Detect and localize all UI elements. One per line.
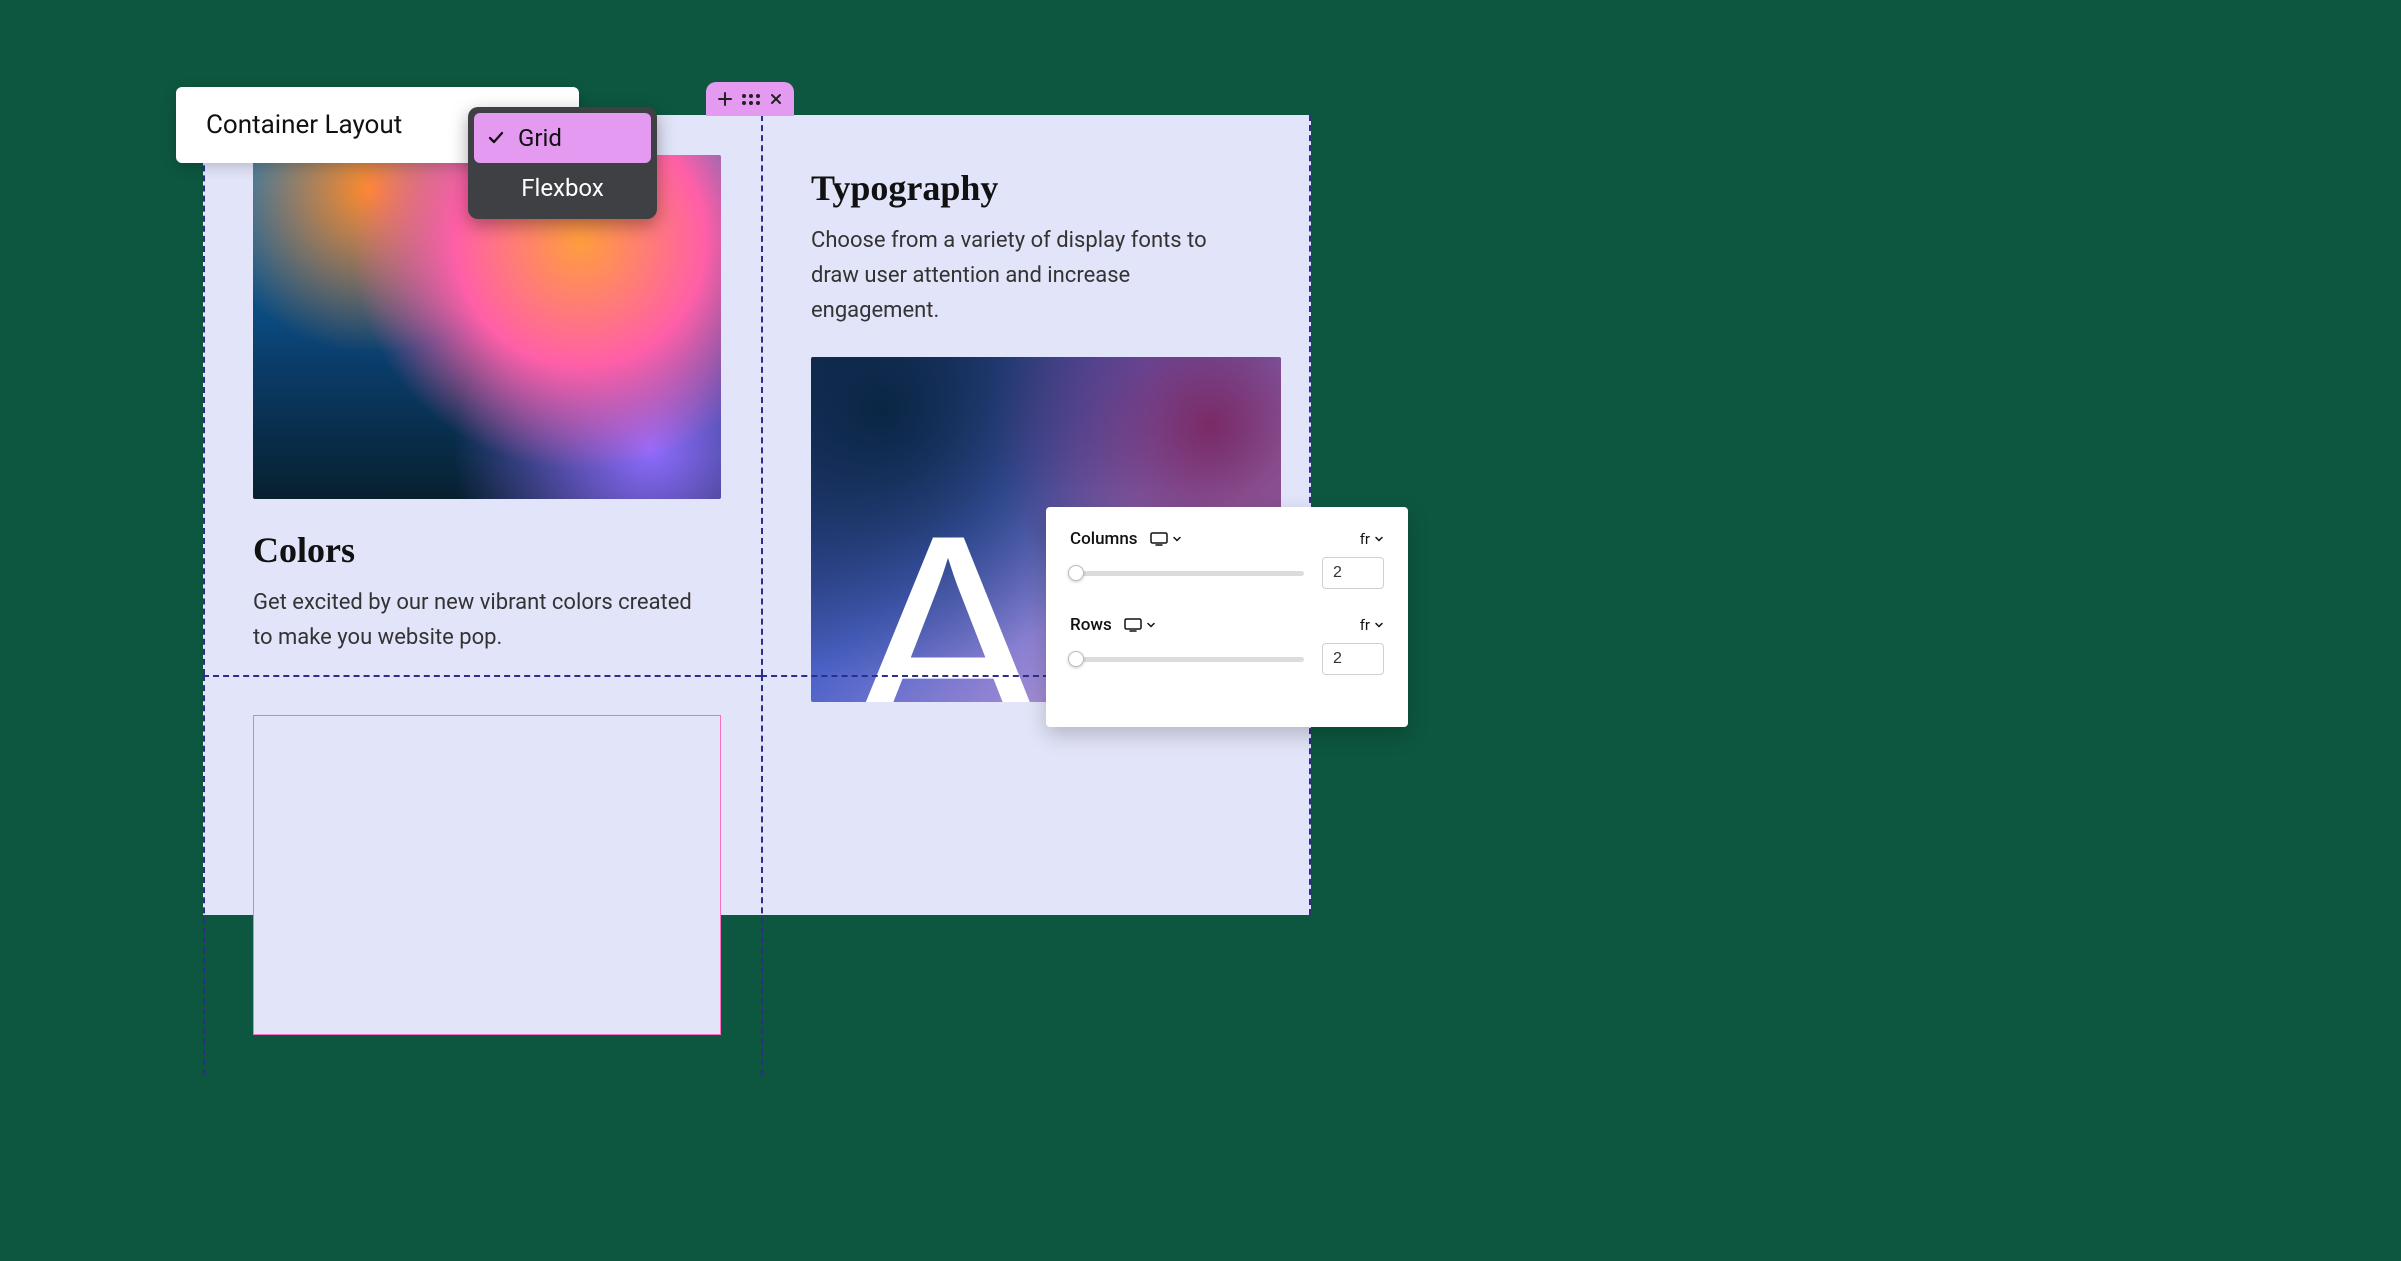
columns-unit-button[interactable]: fr [1360,530,1384,548]
chevron-down-icon [1374,620,1384,630]
rows-device-button[interactable] [1124,618,1156,632]
drop-placeholder[interactable] [253,715,721,1035]
cell-empty[interactable] [761,675,1321,1075]
columns-value-input[interactable] [1322,557,1384,589]
rows-value-input[interactable] [1322,643,1384,675]
columns-unit-label: fr [1360,530,1370,548]
close-icon[interactable] [770,93,782,105]
rows-slider-thumb[interactable] [1068,651,1084,667]
container-layout-title: Container Layout [206,110,402,140]
rows-unit-button[interactable]: fr [1360,616,1384,634]
section-handle[interactable] [706,82,794,116]
desktop-icon [1124,618,1142,632]
chevron-down-icon [1374,534,1384,544]
plus-icon[interactable] [718,92,732,106]
rows-unit-label: fr [1360,616,1370,634]
layout-option-grid-label: Grid [518,124,562,152]
rows-label: Rows [1070,615,1112,635]
columns-row: Columns fr [1070,529,1384,549]
check-icon [484,129,508,147]
grid-dimensions-panel: Columns fr Rows fr [1046,507,1408,727]
rows-slider[interactable] [1070,657,1304,662]
columns-device-button[interactable] [1150,532,1182,546]
rows-slider-row [1070,643,1384,675]
chevron-down-icon [1146,620,1156,630]
columns-slider-thumb[interactable] [1068,565,1084,581]
colors-heading: Colors [253,529,721,571]
cell-placeholder[interactable] [203,675,761,1075]
drag-grip-icon[interactable] [742,94,760,105]
layout-dropdown: Grid Flexbox [468,107,657,219]
columns-slider-row [1070,557,1384,589]
chevron-down-icon [1172,534,1182,544]
rows-row: Rows fr [1070,615,1384,635]
typography-heading: Typography [811,167,1281,209]
typography-body: Choose from a variety of display fonts t… [811,223,1251,329]
desktop-icon [1150,532,1168,546]
columns-label: Columns [1070,529,1138,549]
columns-slider[interactable] [1070,571,1304,576]
layout-option-grid[interactable]: Grid [474,113,651,163]
layout-option-flexbox[interactable]: Flexbox [474,163,651,213]
layout-option-flexbox-label: Flexbox [521,174,604,202]
colors-body: Get excited by our new vibrant colors cr… [253,585,693,655]
